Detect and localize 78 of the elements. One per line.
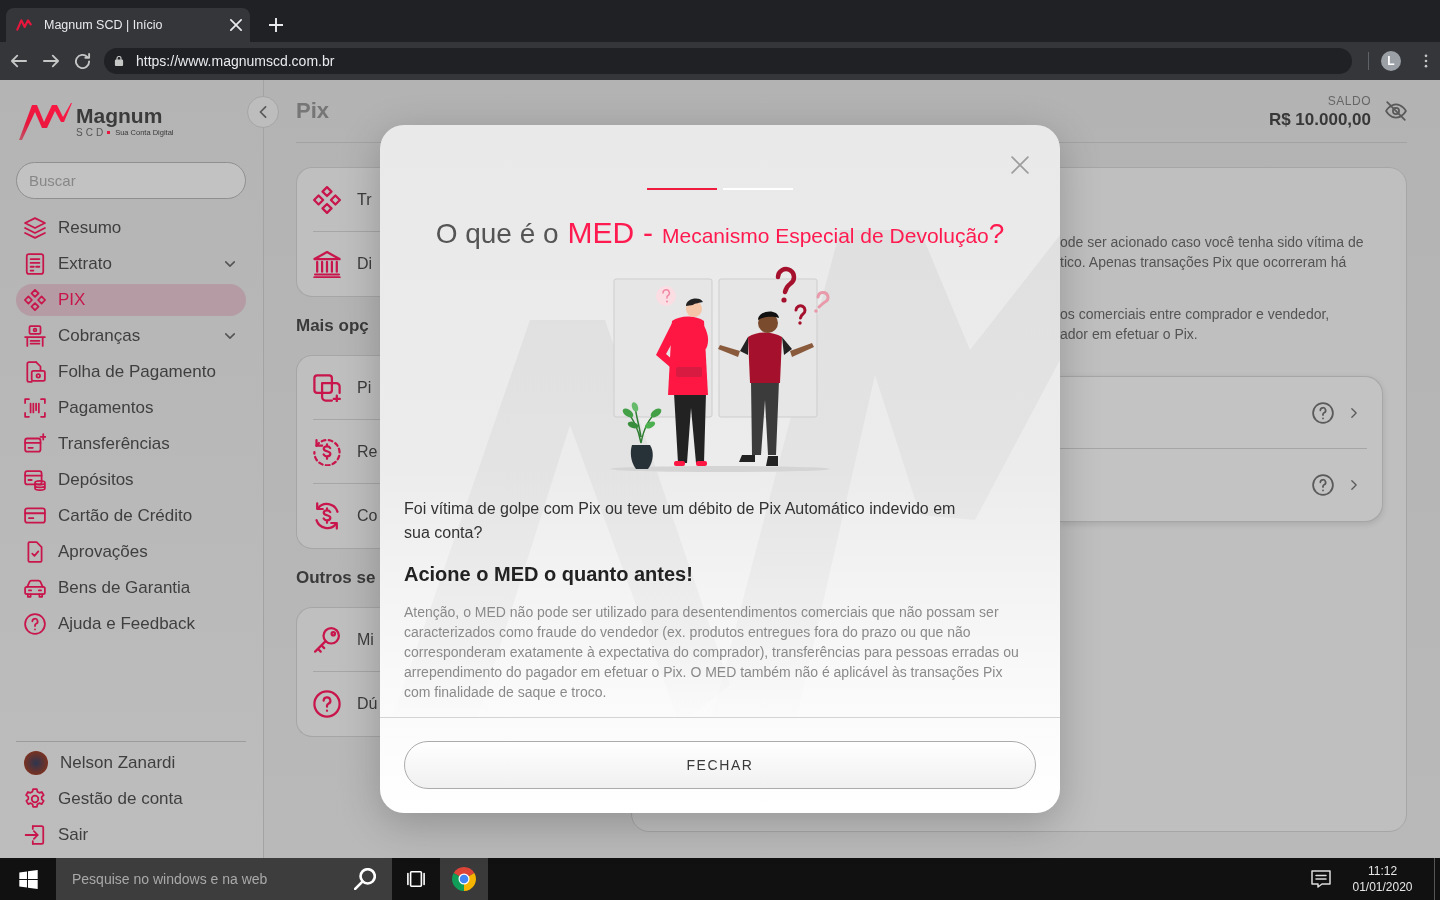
chevron-right-icon xyxy=(1349,407,1359,418)
card-coins-icon xyxy=(24,469,46,491)
nav-item[interactable]: Cobranças xyxy=(16,320,246,352)
car-icon xyxy=(24,577,46,599)
key-icon xyxy=(313,625,341,654)
app-icon xyxy=(452,867,476,891)
chevron-right-icon xyxy=(1349,480,1359,490)
avatar-icon xyxy=(24,751,48,775)
brand-suffix: SCD xyxy=(76,127,107,138)
document-list-icon xyxy=(24,253,46,275)
dollar-arrows-icon xyxy=(313,502,341,530)
nav-item[interactable]: Sair xyxy=(16,819,246,851)
taskbar-app[interactable] xyxy=(440,858,488,900)
search-icon[interactable] xyxy=(354,868,376,890)
card-plus-icon xyxy=(24,433,46,455)
address-bar[interactable]: https://www.magnumscd.com.br xyxy=(104,48,1352,74)
notice-text: Atenção, o MED não pode ser utilizado para desentendimentos comerciais que não possam ser caracterizados como fraude do vendedor (ex. produtos entregues fora do prazo ou que não corresponderam exatamente à expectativa do comprador), transferências para pessoas erradas ou arrependimento do pagador em efetuar o Pix. O MED também não é aplicável às transações Pix com finalidade de saque e troco. xyxy=(404,603,1020,702)
browser-tab[interactable]: Magnum SCD | Início xyxy=(6,8,250,42)
barcode-icon xyxy=(24,397,46,419)
help-icon[interactable] xyxy=(1312,474,1334,496)
nav-item[interactable]: Resumo xyxy=(16,212,246,244)
layers-icon xyxy=(24,217,46,239)
task-view-icon[interactable] xyxy=(407,870,425,888)
diamond-grid-icon xyxy=(313,185,341,214)
nav-item[interactable]: Transferências xyxy=(16,428,246,460)
close-button[interactable]: FECHAR xyxy=(404,741,1036,789)
nav-item[interactable]: Pagamentos xyxy=(16,392,246,424)
document-wallet-icon xyxy=(24,361,46,383)
lock-icon xyxy=(114,56,124,66)
balance-amount: R$ 10.000,00 xyxy=(1268,109,1371,131)
description-text: ode ser acionado caso você tenha sido vítima de tico. Apenas transações Pix que ocorreram há xyxy=(1060,233,1365,272)
logo-icon xyxy=(18,100,74,141)
clock-date: 01/01/2020 xyxy=(1352,879,1413,895)
forward-arrow-icon[interactable] xyxy=(43,53,59,69)
copy-plus-icon xyxy=(313,373,341,402)
section-heading: Mais opç xyxy=(296,314,370,337)
dollar-dashed-circle-icon xyxy=(313,437,341,466)
eye-off-icon[interactable] xyxy=(1385,100,1407,122)
nav-item[interactable]: Gestão de conta xyxy=(16,783,246,815)
search-field[interactable]: Buscar xyxy=(16,162,246,199)
monitor-desk-icon xyxy=(24,325,46,347)
reload-icon[interactable] xyxy=(75,53,91,69)
clock-time: 11:12 xyxy=(1367,863,1398,879)
back-arrow-icon[interactable] xyxy=(11,53,27,69)
bank-icon xyxy=(313,250,341,278)
option-item[interactable]: Di xyxy=(313,232,380,296)
help-icon xyxy=(24,613,46,635)
notification-icon[interactable] xyxy=(1311,869,1331,889)
option-item[interactable]: Dú xyxy=(313,672,380,736)
help-icon xyxy=(313,690,341,718)
description-text: os comerciais entre comprador e vendedor, ador em efetuar o Pix. xyxy=(1060,305,1331,344)
nav-item[interactable]: Aprovações xyxy=(16,536,246,568)
tab-logo-icon xyxy=(16,17,32,33)
section-heading: Outros se xyxy=(296,566,377,589)
nav-item[interactable]: Cartão de Crédito xyxy=(16,500,246,532)
url-input[interactable]: https://www.magnumscd.com.br xyxy=(136,52,1352,70)
user-item[interactable]: Nelson Zanardi xyxy=(16,747,246,779)
help-icon[interactable] xyxy=(1312,401,1334,424)
balance-label: SALDO xyxy=(1327,93,1371,109)
taskbar-search-bar[interactable]: Pesquise no windows e na web xyxy=(56,858,392,900)
headline-text: Acione o MED o quanto antes! xyxy=(404,562,694,587)
nav-item[interactable]: Depósitos xyxy=(16,464,246,496)
nav-item[interactable]: Folha de Pagamento xyxy=(16,356,246,388)
nav-item[interactable]: Ajuda e Feedback xyxy=(16,608,246,640)
chevron-left-icon xyxy=(257,106,269,118)
logout-icon xyxy=(24,824,46,846)
nav-item[interactable]: Bens de Garantia xyxy=(16,572,246,604)
brand-name: Magnum xyxy=(76,105,164,127)
settings-icon xyxy=(24,788,46,810)
search-input[interactable]: Pesquise no windows e na web xyxy=(72,870,354,888)
modal-title: O que é o MED - Mecanismo Especial de Devolução? xyxy=(434,215,1006,251)
diamond-grid-icon xyxy=(24,289,46,311)
option-item[interactable]: Co xyxy=(313,484,380,548)
question-text: Foi vítima de golpe com Pix ou teve um débito de Pix Automático indevido em sua conta? xyxy=(404,499,957,543)
start-menu-icon[interactable] xyxy=(18,869,38,889)
new-tab-icon[interactable] xyxy=(269,18,283,32)
page-title: Pix xyxy=(296,97,330,125)
nav-item[interactable]: Extrato xyxy=(16,248,246,280)
